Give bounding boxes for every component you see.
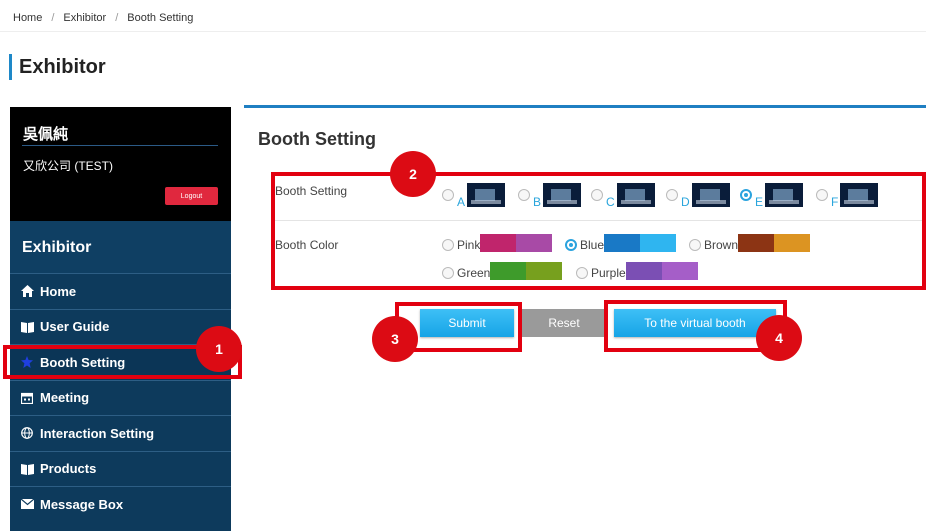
page-title: Exhibitor xyxy=(19,56,106,78)
sidebar-item-message-box[interactable]: Message Box xyxy=(10,486,231,522)
reset-button[interactable]: Reset xyxy=(522,309,606,337)
book-icon xyxy=(20,320,34,334)
sidebar-item-meeting[interactable]: Meeting xyxy=(10,379,231,415)
globe-icon xyxy=(20,426,34,440)
annotation-badge-2: 2 xyxy=(390,151,436,197)
breadcrumb-separator: / xyxy=(51,12,55,24)
sidebar-item-label: Message Box xyxy=(40,496,124,512)
annotation-badge-4: 4 xyxy=(756,315,802,361)
sidebar-item-label: Meeting xyxy=(40,390,90,406)
page-title-accent xyxy=(9,54,12,80)
page: Home / Exhibitor / Booth Setting Exhibit… xyxy=(0,0,926,531)
sidebar-item-interaction-setting[interactable]: Interaction Setting xyxy=(10,415,231,451)
breadcrumb-exhibitor[interactable]: Exhibitor xyxy=(63,12,106,24)
user-divider xyxy=(22,145,218,146)
user-company: 又欣公司 (TEST) xyxy=(23,159,113,173)
annotation-box-2 xyxy=(271,172,926,290)
sidebar-item-label: Interaction Setting xyxy=(40,425,155,441)
envelope-icon xyxy=(20,497,34,511)
sidebar-item-products[interactable]: Products xyxy=(10,450,231,486)
sidebar-heading: Exhibitor xyxy=(10,221,231,273)
breadcrumb-divider xyxy=(0,31,926,32)
user-panel: 吳佩純 又欣公司 (TEST) Logout xyxy=(10,107,231,221)
calendar-icon xyxy=(20,391,34,405)
sidebar-item-home[interactable]: Home xyxy=(10,273,231,309)
home-icon xyxy=(20,284,34,298)
breadcrumb-separator: / xyxy=(115,12,119,24)
breadcrumb-current: Booth Setting xyxy=(127,12,194,24)
logout-button[interactable]: Logout xyxy=(165,187,218,205)
sidebar-menu: Home User Guide Booth Setting Meeting In… xyxy=(10,273,231,522)
book-icon xyxy=(20,462,34,476)
section-title: Booth Setting xyxy=(258,129,376,149)
annotation-badge-3: 3 xyxy=(372,316,418,362)
sidebar-item-label: Home xyxy=(40,283,77,299)
sidebar: 吳佩純 又欣公司 (TEST) Logout Exhibitor Home Us… xyxy=(10,107,231,531)
annotation-badge-1: 1 xyxy=(196,326,242,372)
user-name: 吳佩純 xyxy=(23,126,69,143)
breadcrumb: Home / Exhibitor / Booth Setting xyxy=(13,12,193,24)
content-top-rule xyxy=(244,105,926,108)
sidebar-item-label: Products xyxy=(40,461,97,477)
sidebar-item-label: User Guide xyxy=(40,319,110,335)
breadcrumb-home[interactable]: Home xyxy=(13,12,42,24)
